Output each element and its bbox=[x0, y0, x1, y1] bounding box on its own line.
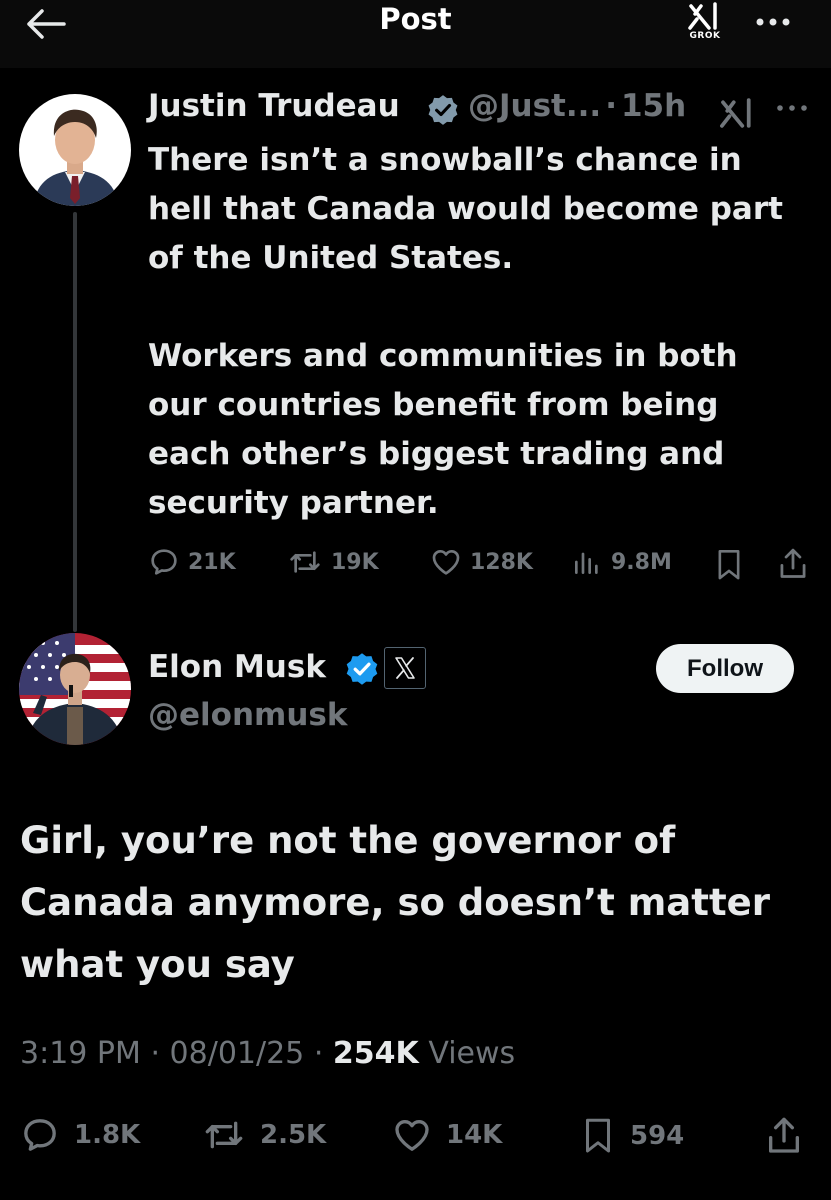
post-views-label: Views bbox=[428, 1036, 516, 1071]
parent-text-line: security partner. bbox=[148, 485, 439, 521]
parent-like-button[interactable]: 128K bbox=[430, 546, 533, 578]
meta-separator: · bbox=[150, 1036, 160, 1071]
parent-reply-button[interactable]: 21K bbox=[148, 546, 236, 578]
x-affiliation-badge[interactable] bbox=[384, 647, 426, 689]
parent-reply-count: 21K bbox=[188, 549, 236, 575]
more-dots-icon bbox=[756, 18, 790, 26]
post-view-count: 254K bbox=[332, 1036, 419, 1071]
post-date[interactable]: 08/01/25 bbox=[170, 1036, 305, 1071]
grok-icon bbox=[688, 2, 717, 30]
parent-bookmark-icon[interactable] bbox=[713, 548, 745, 582]
main-handle[interactable]: @elonmusk bbox=[148, 697, 347, 733]
follow-button[interactable]: Follow bbox=[656, 644, 794, 693]
parent-text-line: Workers and communities in both bbox=[148, 338, 738, 374]
parent-views-button[interactable]: 9.8M bbox=[571, 546, 672, 578]
verified-badge-icon bbox=[346, 653, 378, 685]
parent-timestamp[interactable]: 15h bbox=[621, 88, 686, 124]
parent-like-count: 128K bbox=[470, 549, 533, 575]
main-reply-count: 1.8K bbox=[74, 1120, 141, 1150]
parent-text-line: our countries benefit from being bbox=[148, 387, 719, 423]
meta-separator: · bbox=[313, 1036, 324, 1071]
reply-icon bbox=[24, 1119, 56, 1151]
main-like-count: 14K bbox=[446, 1120, 503, 1150]
top-bar: Post GROK bbox=[0, 0, 831, 68]
parent-handle-line: @Just... · 15h bbox=[468, 88, 686, 124]
parent-repost-count: 19K bbox=[331, 549, 379, 575]
parent-repost-button[interactable]: 19K bbox=[287, 546, 379, 578]
parent-view-count: 9.8M bbox=[611, 549, 672, 575]
elon-avatar[interactable] bbox=[19, 633, 131, 745]
post-metadata: 3:19 PM · 08/01/25 · 254K Views bbox=[20, 1036, 515, 1071]
main-text-line: Girl, you’re not the governor of bbox=[20, 819, 676, 862]
main-repost-button[interactable]: 2.5K bbox=[202, 1115, 326, 1155]
verified-badge-icon bbox=[428, 95, 458, 125]
trudeau-avatar[interactable] bbox=[19, 94, 131, 206]
grok-button[interactable]: GROK bbox=[680, 2, 730, 52]
main-reply-button[interactable]: 1.8K bbox=[20, 1115, 140, 1155]
like-heart-icon bbox=[432, 550, 460, 575]
main-repost-count: 2.5K bbox=[260, 1120, 327, 1150]
parent-text-line: of the United States. bbox=[148, 240, 514, 276]
main-text-line: Canada anymore, so doesn’t matter bbox=[20, 881, 770, 924]
repost-icon bbox=[205, 1121, 243, 1149]
parent-share-icon[interactable] bbox=[776, 546, 810, 582]
post-time[interactable]: 3:19 PM bbox=[20, 1036, 141, 1071]
main-bookmark-button[interactable]: 594 bbox=[580, 1115, 684, 1157]
main-text-line: what you say bbox=[20, 943, 295, 986]
main-post-text: Girl, you’re not the governor of Canada … bbox=[20, 810, 770, 996]
main-author-name[interactable]: Elon Musk bbox=[148, 649, 326, 685]
parent-more-icon[interactable] bbox=[772, 96, 812, 120]
thread-connector-line bbox=[73, 212, 77, 632]
parent-text-line: each other’s biggest trading and bbox=[148, 436, 725, 472]
bookmark-icon bbox=[586, 1118, 610, 1153]
parent-handle[interactable]: @Just... bbox=[468, 88, 601, 124]
parent-author-name[interactable]: Justin Trudeau bbox=[148, 88, 400, 124]
grok-label: GROK bbox=[689, 31, 721, 41]
parent-grok-icon[interactable] bbox=[718, 98, 758, 128]
parent-post-text: There isn’t a snowball’s chance in hell … bbox=[148, 136, 783, 528]
header-more-button[interactable] bbox=[748, 4, 798, 44]
parent-separator: · bbox=[605, 88, 617, 124]
x-logo-icon bbox=[395, 657, 415, 679]
repost-icon bbox=[290, 551, 320, 573]
main-like-button[interactable]: 14K bbox=[392, 1115, 502, 1155]
main-share-icon[interactable] bbox=[764, 1114, 804, 1158]
main-bookmark-count: 594 bbox=[630, 1121, 685, 1151]
parent-text-line: There isn’t a snowball’s chance in bbox=[148, 142, 742, 178]
like-heart-icon bbox=[395, 1120, 429, 1151]
views-chart-icon bbox=[575, 552, 598, 574]
parent-text-line: hell that Canada would become part bbox=[148, 191, 783, 227]
reply-icon bbox=[151, 549, 177, 575]
